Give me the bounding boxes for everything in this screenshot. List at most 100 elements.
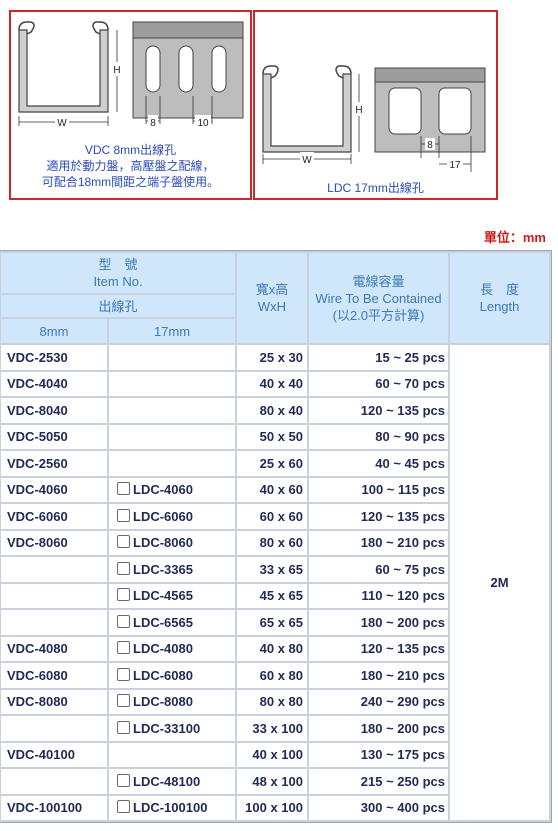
ldc-model-label: LDC-8080	[133, 694, 193, 710]
vdc-model-cell	[1, 610, 107, 635]
vdc-model-cell: VDC-100100	[1, 795, 107, 820]
ldc-checkbox[interactable]	[117, 482, 130, 496]
ldc-model-label: LDC-6060	[133, 508, 193, 524]
size-cell: 100 x 100	[237, 795, 307, 820]
ldc-model-cell: LDC-6060	[109, 504, 235, 529]
ldc-model-label: LDC-6080	[133, 667, 193, 683]
wire-capacity-cell: 180 ~ 200 pcs	[309, 716, 448, 741]
ldc-model-cell: LDC-4565	[109, 583, 235, 608]
vdc-8-label: 8	[150, 118, 156, 129]
capacity-header-en: Wire To Be Contained	[315, 290, 442, 306]
size-cell: 48 x 100	[237, 769, 307, 794]
vdc-model-cell: VDC-5050	[1, 424, 107, 449]
ldc-checkbox[interactable]	[117, 535, 130, 549]
wire-capacity-cell: 180 ~ 210 pcs	[309, 530, 448, 555]
wire-capacity-cell: 100 ~ 115 pcs	[309, 477, 448, 502]
size-cell: 50 x 50	[237, 424, 307, 449]
size-cell: 25 x 60	[237, 451, 307, 476]
vdc-model-cell: VDC-6080	[1, 663, 107, 688]
vdc-model-cell: VDC-2560	[1, 451, 107, 476]
ldc-model-cell: LDC-100100	[109, 795, 235, 820]
vdc-model-cell	[1, 583, 107, 608]
vdc-side-view: 8 10	[132, 21, 244, 129]
ldc-checkbox[interactable]	[117, 614, 130, 628]
wire-capacity-cell: 60 ~ 75 pcs	[309, 557, 448, 582]
size-cell: 60 x 80	[237, 663, 307, 688]
size-cell: 80 x 60	[237, 530, 307, 555]
ldc-checkbox[interactable]	[117, 588, 130, 602]
ldc-model-label: LDC-100100	[133, 800, 208, 816]
ldc-model-cell	[109, 371, 235, 396]
unit-label: 單位：mm	[483, 230, 546, 245]
wire-capacity-cell: 80 ~ 90 pcs	[309, 424, 448, 449]
wire-capacity-cell: 120 ~ 135 pcs	[309, 398, 448, 423]
ldc-model-cell: LDC-8060	[109, 530, 235, 555]
vdc-model-cell	[1, 557, 107, 582]
vdc-model-cell: VDC-8080	[1, 689, 107, 714]
ldc-model-label: LDC-4565	[133, 588, 193, 604]
ldc-checkbox[interactable]	[117, 800, 130, 814]
vdc-model-cell: VDC-6060	[1, 504, 107, 529]
table-row: VDC-2530 25 x 30 15 ~ 25 pcs 2M	[1, 345, 549, 820]
ldc-checkbox[interactable]	[117, 773, 130, 787]
ldc-checkbox[interactable]	[117, 641, 130, 655]
wire-capacity-cell: 240 ~ 290 pcs	[309, 689, 448, 714]
vdc-diagram-panel: W H 8 10 VDC 8mm出線孔 適用於動力盤，高壓盤之配線， 可配合18…	[9, 10, 252, 200]
vdc-model-cell: VDC-4060	[1, 477, 107, 502]
ldc-model-label: LDC-4080	[133, 641, 193, 657]
ldc-model-cell: LDC-6080	[109, 663, 235, 688]
ldc-checkbox[interactable]	[117, 694, 130, 708]
ldc-model-cell: LDC-6565	[109, 610, 235, 635]
ldc-model-cell: LDC-48100	[109, 769, 235, 794]
capacity-header-zh: 電線容量	[352, 273, 405, 289]
capacity-header-note: (以2.0平方計算)	[332, 307, 425, 323]
wire-capacity-cell: 120 ~ 135 pcs	[309, 636, 448, 661]
wire-capacity-cell: 40 ~ 45 pcs	[309, 451, 448, 476]
size-cell: 40 x 80	[237, 636, 307, 661]
ldc-checkbox[interactable]	[117, 667, 130, 681]
length-header: 長 度 Length	[450, 253, 549, 343]
vdc-cross-section: W H	[18, 21, 123, 129]
ldc-model-label: LDC-6565	[133, 614, 193, 630]
ldc-model-cell: LDC-4060	[109, 477, 235, 502]
vdc-model-cell: VDC-4040	[1, 371, 107, 396]
ldc-model-cell	[109, 398, 235, 423]
capacity-header: 電線容量 Wire To Be Contained (以2.0平方計算)	[309, 253, 448, 343]
wire-capacity-cell: 130 ~ 175 pcs	[309, 742, 448, 767]
wire-capacity-cell: 120 ~ 135 pcs	[309, 504, 448, 529]
ldc-w-label: W	[302, 155, 312, 166]
vdc-model-cell	[1, 769, 107, 794]
ldc-checkbox[interactable]	[117, 508, 130, 522]
size-header-zh: 寬x高	[255, 282, 289, 297]
size-cell: 25 x 30	[237, 345, 307, 370]
ldc-duct-drawing: W H 8 17	[262, 65, 486, 172]
vdc-caption: VDC 8mm出線孔 適用於動力盤，高壓盤之配線， 可配合18mm間距之端子盤使…	[11, 142, 250, 190]
size-header: 寬x高 WxH	[237, 253, 307, 343]
size-cell: 40 x 60	[237, 477, 307, 502]
length-header-zh: 長 度	[479, 282, 519, 297]
size-cell: 80 x 40	[237, 398, 307, 423]
size-cell: 80 x 80	[237, 689, 307, 714]
ldc-checkbox[interactable]	[117, 720, 130, 734]
hole-header: 出線孔	[1, 295, 235, 317]
vdc-w-label: W	[57, 118, 67, 129]
item-no-header-en: Item No.	[93, 274, 143, 289]
ldc-model-label: LDC-3365	[133, 561, 193, 577]
ldc-17-label: 17	[449, 160, 461, 171]
vdc-model-cell: VDC-8060	[1, 530, 107, 555]
vdc-caption-line-2: 適用於動力盤，高壓盤之配線，	[46, 159, 215, 173]
hole-8mm-header: 8mm	[1, 319, 107, 343]
ldc-model-cell: LDC-4080	[109, 636, 235, 661]
size-header-en: WxH	[257, 299, 287, 314]
ldc-checkbox[interactable]	[117, 561, 130, 575]
ldc-model-label: LDC-4060	[133, 482, 193, 498]
ldc-model-label: LDC-8060	[133, 535, 193, 551]
size-cell: 40 x 100	[237, 742, 307, 767]
vdc-model-cell: VDC-40100	[1, 742, 107, 767]
vdc-model-cell	[1, 716, 107, 741]
ldc-caption: LDC 17mm出線孔	[327, 181, 424, 195]
ldc-h-label: H	[355, 105, 362, 116]
size-cell: 45 x 65	[237, 583, 307, 608]
unit-bar	[0, 221, 550, 251]
item-no-header: 型 號 Item No.	[1, 253, 235, 293]
